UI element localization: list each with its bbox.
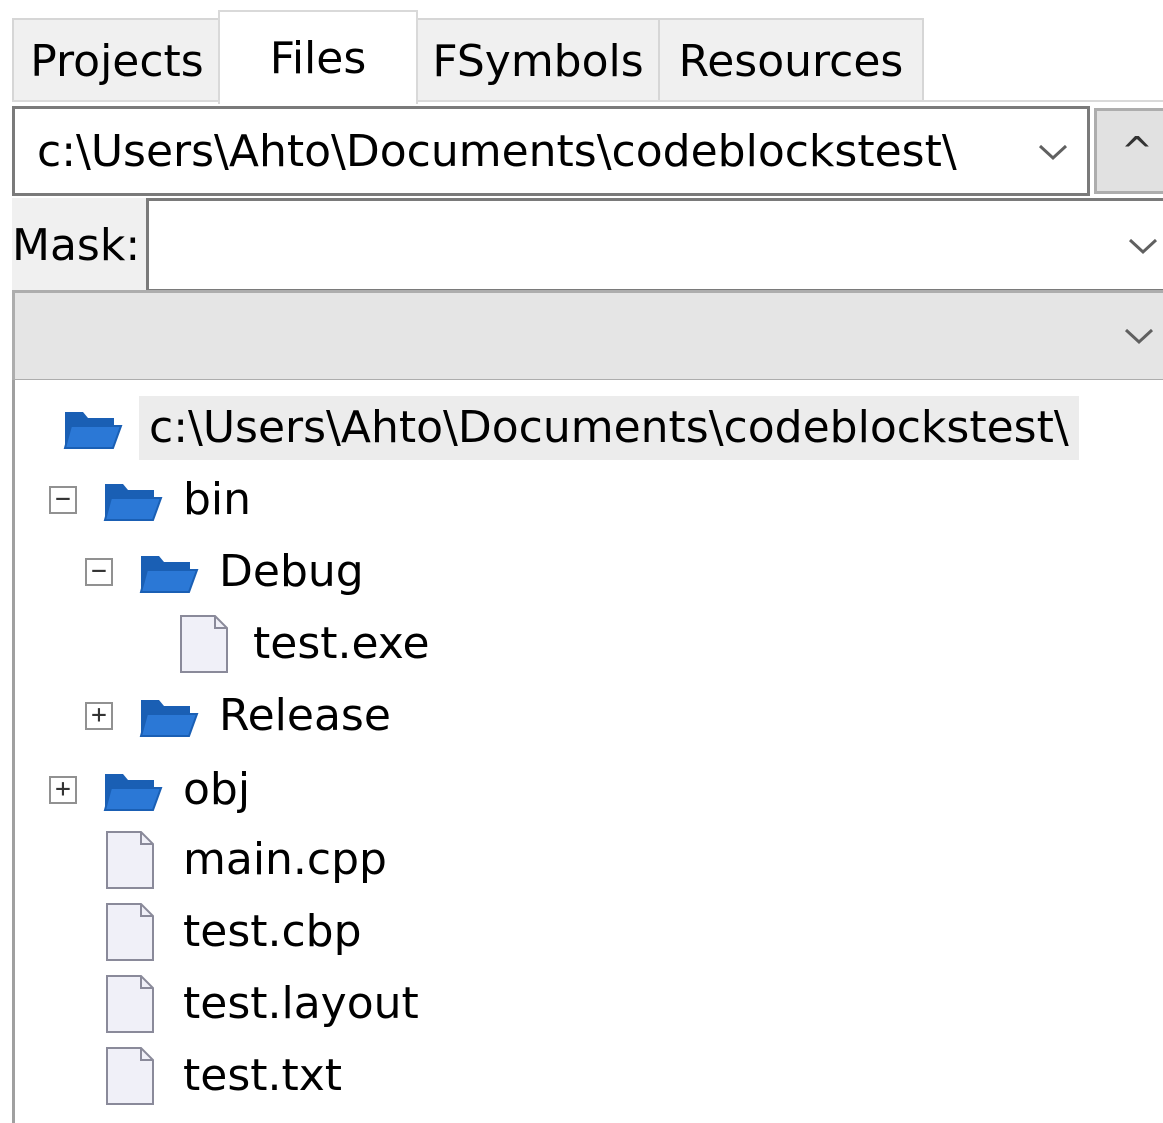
up-icon: ^ xyxy=(1121,129,1153,173)
up-directory-button[interactable]: ^ xyxy=(1094,108,1163,194)
tab-projects[interactable]: Projects xyxy=(12,18,222,102)
folder-open-icon xyxy=(103,774,163,811)
collapse-icon[interactable]: − xyxy=(49,486,77,514)
file-icon xyxy=(106,831,154,889)
chevron-down-icon[interactable] xyxy=(1033,133,1073,173)
folder-open-icon xyxy=(103,484,163,521)
tree-item-label: Debug xyxy=(219,546,364,597)
tree-item-label: test.layout xyxy=(183,978,419,1029)
mask-input[interactable] xyxy=(146,198,1163,292)
tab-divider xyxy=(12,100,1163,102)
tree-item-label: test.txt xyxy=(183,1050,343,1101)
path-combo[interactable]: c:\Users\Ahto\Documents\codeblockstest\ xyxy=(12,106,1090,196)
file-icon xyxy=(180,615,228,673)
expand-icon[interactable]: + xyxy=(49,776,77,804)
file-icon xyxy=(106,903,154,961)
tree-item-label: obj xyxy=(183,764,251,815)
tree-item-label: test.exe xyxy=(253,618,430,669)
folder-open-icon xyxy=(139,700,199,737)
tab-files[interactable]: Files xyxy=(218,10,418,104)
tree-item-label: test.cbp xyxy=(183,906,362,957)
tab-strip: Projects Files FSymbols Resources xyxy=(0,0,1163,104)
tree-item-label: main.cpp xyxy=(183,834,387,885)
chevron-down-icon[interactable] xyxy=(1123,227,1163,267)
path-value: c:\Users\Ahto\Documents\codeblockstest\ xyxy=(37,126,957,177)
tree-item-label: Release xyxy=(219,690,391,741)
file-icon xyxy=(106,1047,154,1105)
folder-open-icon xyxy=(63,412,123,449)
file-tree[interactable]: c:\Users\Ahto\Documents\codeblockstest\ … xyxy=(12,380,1163,1123)
expand-icon[interactable]: + xyxy=(85,702,113,730)
folder-open-icon xyxy=(139,556,199,593)
file-icon xyxy=(106,975,154,1033)
tree-root-label: c:\Users\Ahto\Documents\codeblockstest\ xyxy=(139,396,1079,460)
tab-fsymbols[interactable]: FSymbols xyxy=(414,18,662,102)
chevron-down-icon[interactable] xyxy=(1119,317,1159,357)
collapse-icon[interactable]: − xyxy=(85,558,113,586)
filter-combo[interactable] xyxy=(12,290,1163,382)
mask-label: Mask: xyxy=(12,220,141,271)
tab-resources[interactable]: Resources xyxy=(658,18,924,102)
tree-item-label: bin xyxy=(183,474,252,525)
